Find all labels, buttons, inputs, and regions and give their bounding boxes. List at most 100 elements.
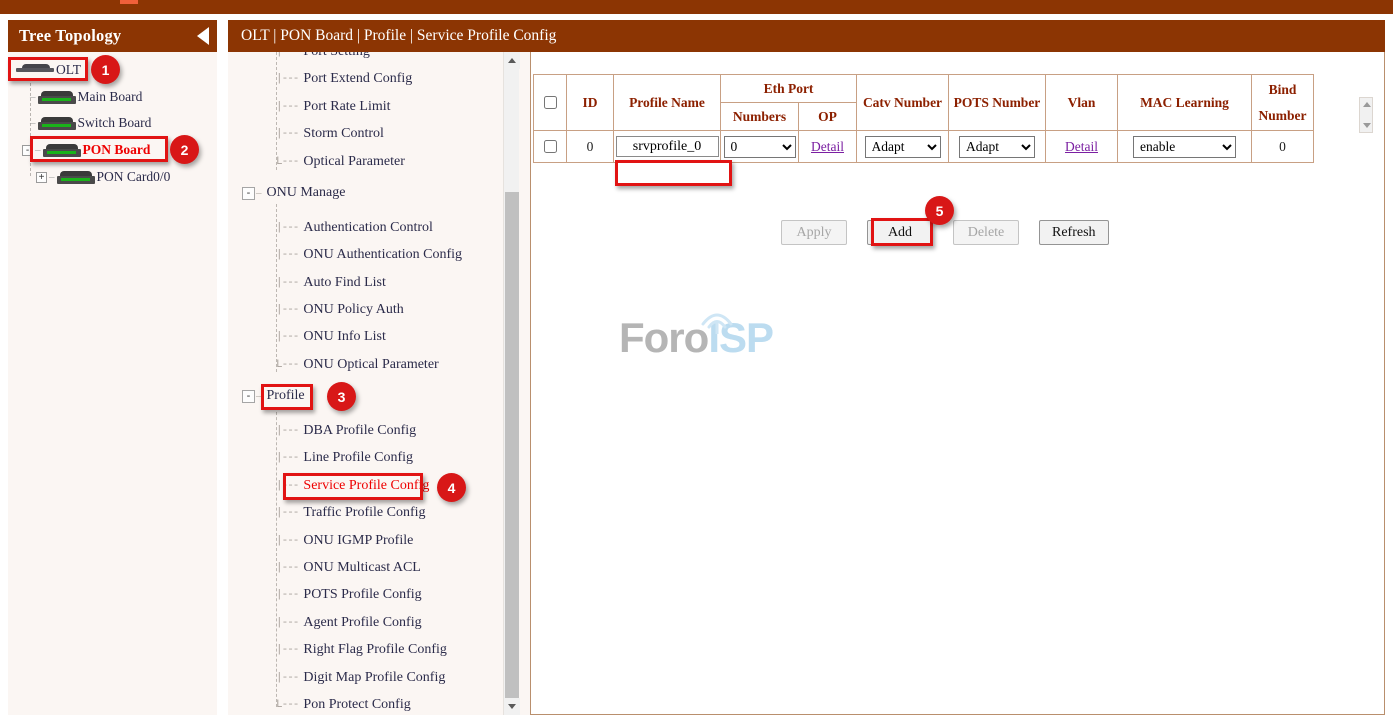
column-header-vlan: Vlan: [1046, 75, 1118, 131]
breadcrumb: OLT | PON Board | Profile | Service Prof…: [228, 27, 556, 45]
nav-expander-toggle[interactable]: -: [242, 390, 255, 403]
tree-expander-toggle[interactable]: +: [36, 172, 47, 183]
nav-item-agent-profile-config[interactable]: |--- Agent Profile Config: [276, 615, 422, 631]
eth-numbers-select[interactable]: 0: [724, 136, 796, 158]
nav-item-onu-info-list[interactable]: |--- ONU Info List: [276, 329, 386, 345]
column-header-pots-number: POTS Number: [949, 75, 1046, 131]
annotation-badge-1: 1: [91, 55, 120, 84]
nav-item-pots-profile-config[interactable]: |--- POTS Profile Config: [276, 587, 422, 603]
nav-item-authentication-control[interactable]: |--- Authentication Control: [276, 220, 433, 236]
add-button[interactable]: Add: [867, 220, 933, 245]
navigation-scroll-up-button[interactable]: [504, 52, 520, 69]
service-profile-table-wrapper: ID Profile Name Eth Port Catv Number POT…: [533, 74, 1365, 163]
nav-item-line-profile-config[interactable]: |--- Line Profile Config: [276, 450, 413, 466]
nav-item-digit-map-profile-config[interactable]: |--- Digit Map Profile Config: [276, 670, 445, 686]
eth-op-detail-link[interactable]: Detail: [811, 139, 844, 154]
table-row: 0 0 Detail: [534, 131, 1314, 163]
bind-number-line-2: Number: [1252, 108, 1313, 124]
nav-item-optical-parameter[interactable]: L--- Optical Parameter: [276, 154, 405, 170]
chevron-up-icon: [508, 58, 516, 63]
collapse-panel-arrow-icon[interactable]: [197, 27, 209, 45]
nav-item-profile[interactable]: - – Profile: [242, 388, 305, 404]
column-header-eth-op: OP: [799, 103, 857, 131]
nav-leaf-connector-icon: |---: [276, 480, 298, 492]
nav-item-auto-find-list[interactable]: |--- Auto Find List: [276, 275, 386, 291]
navigation-panel: |--- Port Setting |--- Port Extend Confi…: [228, 20, 530, 715]
nav-leaf-connector-icon: |---: [276, 222, 298, 234]
nav-leaf-connector-icon: |---: [276, 73, 298, 85]
nav-leaf-connector-icon: L---: [276, 359, 298, 371]
tree-node-switch-board[interactable]: – Switch Board: [30, 115, 151, 131]
nav-item-service-profile-config[interactable]: |--- Service Profile Config: [276, 478, 429, 494]
nav-item-onu-igmp-profile[interactable]: |--- ONU IGMP Profile: [276, 533, 413, 549]
tree-node-label: Main Board: [78, 89, 143, 105]
row-select-checkbox[interactable]: [544, 140, 557, 153]
nav-item-onu-authentication-config[interactable]: |--- ONU Authentication Config: [276, 247, 462, 263]
content-panel: ForoISP ID Profile Name: [530, 52, 1385, 715]
nav-leaf-connector-icon: |---: [276, 589, 298, 601]
cell-eth-op: Detail: [799, 131, 857, 163]
top-accent-tick: [120, 0, 138, 4]
nav-item-storm-control[interactable]: |--- Storm Control: [276, 126, 384, 142]
nav-item-onu-optical-parameter[interactable]: L--- ONU Optical Parameter: [276, 357, 439, 373]
pots-number-select[interactable]: Adapt: [959, 136, 1035, 158]
tree-topology-panel: Tree Topology OLT – Main Board: [8, 20, 217, 715]
tree-node-main-board[interactable]: – Main Board: [30, 89, 142, 105]
vlan-detail-link[interactable]: Detail: [1065, 139, 1098, 154]
tree-node-pon-card[interactable]: + – PON Card0/0: [36, 169, 170, 185]
device-board-icon: [38, 117, 76, 130]
nav-item-label: Profile: [267, 388, 305, 404]
chevron-down-icon[interactable]: [1363, 123, 1371, 128]
nav-leaf-connector-icon: |---: [276, 535, 298, 547]
delete-button[interactable]: Delete: [953, 220, 1019, 245]
tree-branch-dash: –: [49, 171, 55, 183]
select-all-checkbox[interactable]: [544, 96, 557, 109]
apply-button[interactable]: Apply: [781, 220, 847, 245]
tree-expander-toggle[interactable]: -: [22, 145, 33, 156]
nav-item-onu-multicast-acl[interactable]: |--- ONU Multicast ACL: [276, 560, 421, 576]
tree-node-pon-board[interactable]: - – PON Board: [22, 142, 150, 158]
nav-leaf-connector-icon: |---: [276, 507, 298, 519]
chevron-up-icon[interactable]: [1363, 102, 1371, 107]
antenna-icon: [697, 308, 737, 334]
watermark-text-primary: Foro: [619, 314, 708, 361]
bind-number-line-1: Bind: [1252, 82, 1313, 98]
refresh-button[interactable]: Refresh: [1039, 220, 1109, 245]
tree-node-olt[interactable]: OLT: [16, 62, 81, 78]
navigation-scroll-thumb[interactable]: [505, 192, 519, 715]
nav-item-port-rate-limit[interactable]: |--- Port Rate Limit: [276, 99, 391, 115]
nav-item-label: ONU Info List: [303, 329, 385, 345]
profile-name-input[interactable]: [616, 136, 719, 157]
nav-leaf-connector-icon: |---: [276, 562, 298, 574]
nav-leaf-connector-icon: |---: [276, 617, 298, 629]
tree-branch-dash: –: [35, 144, 41, 156]
tree-node-label: Switch Board: [78, 115, 152, 131]
annotation-badge-3: 3: [327, 382, 356, 411]
nav-item-label: Right Flag Profile Config: [303, 642, 447, 658]
nav-item-port-extend-config[interactable]: |--- Port Extend Config: [276, 71, 412, 87]
catv-number-select[interactable]: Adapt: [865, 136, 941, 158]
navigation-scroll-down-button[interactable]: [504, 698, 520, 715]
nav-item-label: Port Rate Limit: [303, 99, 390, 115]
mac-learning-select[interactable]: enable: [1133, 136, 1236, 158]
page-root: Tree Topology OLT – Main Board: [0, 0, 1393, 715]
nav-item-label: Authentication Control: [303, 220, 432, 236]
nav-item-pon-protect-config[interactable]: L--- Pon Protect Config: [276, 697, 411, 713]
nav-item-dba-profile-config[interactable]: |--- DBA Profile Config: [276, 423, 416, 439]
nav-item-onu-policy-auth[interactable]: |--- ONU Policy Auth: [276, 302, 404, 318]
nav-item-onu-manage[interactable]: - – ONU Manage: [242, 185, 345, 201]
table-vertical-scrollbar[interactable]: [1359, 97, 1373, 133]
nav-item-label: ONU Optical Parameter: [303, 357, 438, 373]
nav-expander-toggle[interactable]: -: [242, 187, 255, 200]
service-profile-table: ID Profile Name Eth Port Catv Number POT…: [533, 74, 1314, 163]
nav-item-traffic-profile-config[interactable]: |--- Traffic Profile Config: [276, 505, 426, 521]
nav-item-label: Digit Map Profile Config: [303, 670, 445, 686]
navigation-scrollbar[interactable]: [503, 52, 519, 715]
top-accent-bar: [0, 0, 1393, 14]
row-select-cell: [534, 131, 567, 163]
cell-pots-number: Adapt: [949, 131, 1046, 163]
nav-item-right-flag-profile-config[interactable]: |--- Right Flag Profile Config: [276, 642, 447, 658]
device-flat-icon: [16, 64, 54, 77]
cell-eth-numbers: 0: [721, 131, 799, 163]
tree-node-label: PON Board: [83, 142, 151, 158]
